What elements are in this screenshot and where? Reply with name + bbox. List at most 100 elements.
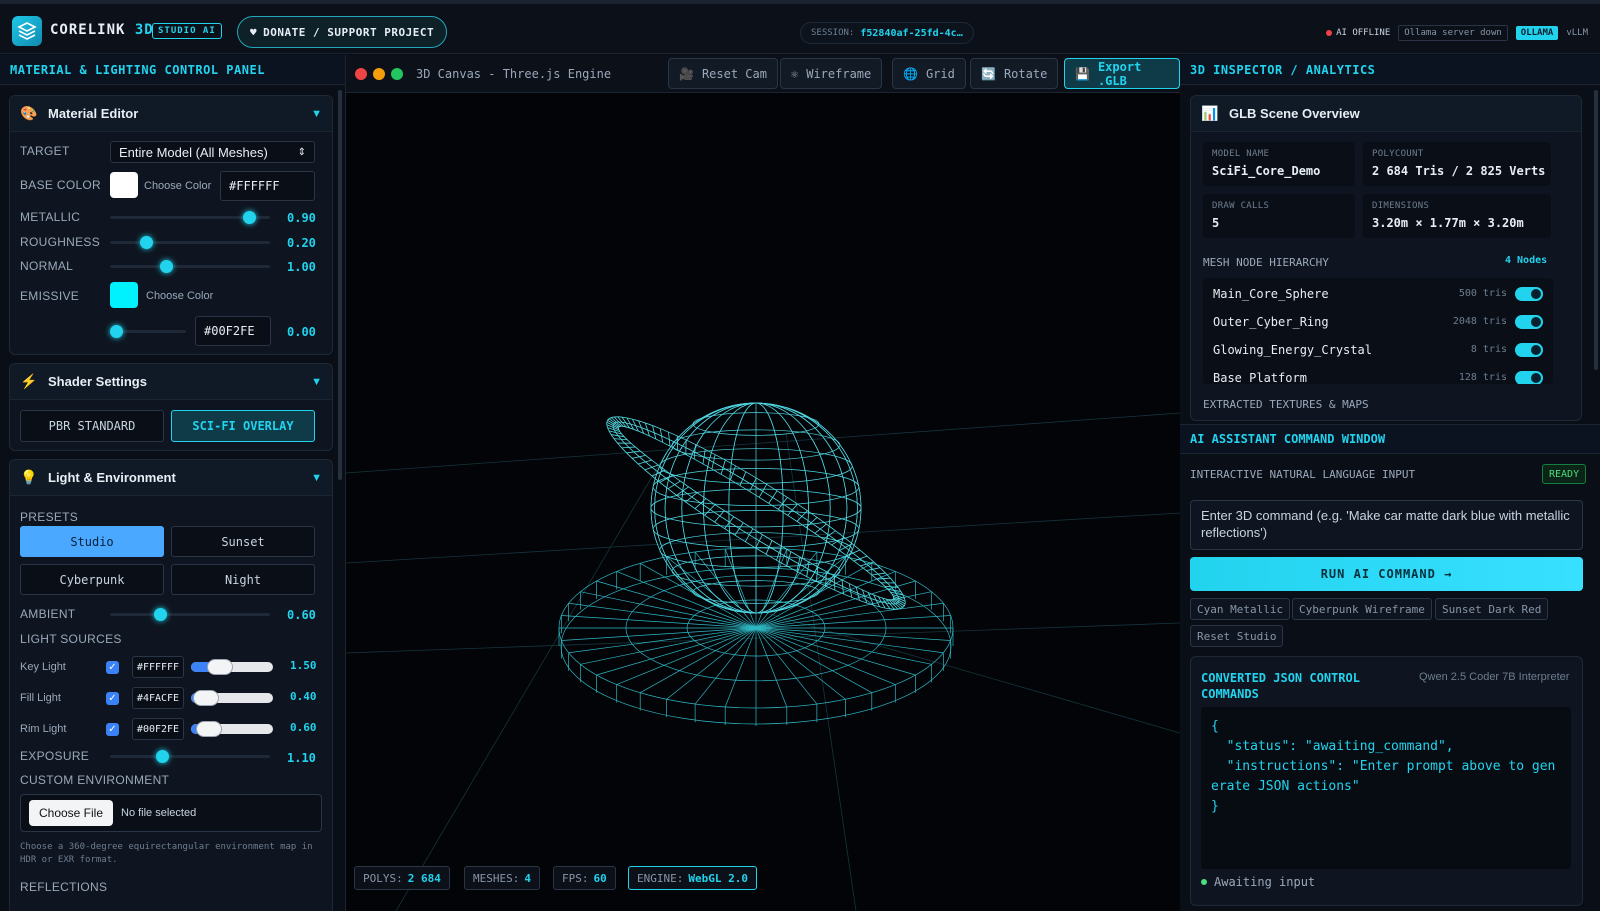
mesh-row[interactable]: Outer_Cyber_Ring 2048 tris: [1203, 308, 1553, 335]
rotate-button[interactable]: 🔄 Rotate: [970, 58, 1059, 89]
mesh-row[interactable]: Glowing_Energy_Crystal 8 tris: [1203, 336, 1553, 363]
engine-ollama-toggle[interactable]: OLLAMA: [1515, 26, 1559, 40]
exposure-slider[interactable]: [110, 755, 270, 758]
grid-button[interactable]: 🌐 Grid: [892, 58, 966, 89]
emissive-label: EMISSIVE: [20, 289, 80, 303]
rim-light-label: Rim Light: [20, 723, 67, 735]
target-select[interactable]: Entire Model (All Meshes) ⇕: [110, 141, 315, 163]
close-dot-icon[interactable]: [355, 68, 367, 80]
pbr-standard-button[interactable]: PBR STANDARD: [20, 410, 164, 442]
key-light-hex[interactable]: #FFFFFF: [132, 656, 184, 678]
draw-calls-cell: DRAW CALLS 5: [1203, 194, 1355, 238]
chip-cyan-metallic[interactable]: Cyan Metallic: [1190, 598, 1291, 620]
mesh-visibility-toggle[interactable]: [1515, 370, 1543, 384]
key-light-slider[interactable]: [191, 659, 273, 675]
lightbulb-icon: 💡: [20, 469, 38, 485]
material-editor-header[interactable]: 🎨 Material Editor ▼: [10, 96, 332, 132]
mesh-visibility-toggle[interactable]: [1515, 286, 1543, 301]
maximize-dot-icon[interactable]: [391, 68, 403, 80]
minimize-dot-icon[interactable]: [373, 68, 385, 80]
material-editor-card: 🎨 Material Editor ▼ TARGET Entire Model (A…: [9, 95, 333, 355]
metallic-label: METALLIC: [20, 210, 81, 224]
preset-studio-button[interactable]: Studio: [20, 526, 164, 557]
globe-icon: 🌐: [903, 66, 918, 81]
preset-cyberpunk-button[interactable]: Cyberpunk: [20, 564, 164, 595]
reset-cam-button[interactable]: 🎥 Reset Cam: [668, 58, 778, 89]
roughness-slider-thumb[interactable]: [140, 236, 153, 249]
emissive-slider-thumb[interactable]: [110, 325, 123, 338]
base-choose-color[interactable]: Choose Color: [144, 180, 211, 192]
wireframe-button[interactable]: ⚛ Wireframe: [780, 58, 883, 89]
nl-input-label: INTERACTIVE NATURAL LANGUAGE INPUT: [1190, 468, 1416, 481]
node-count: 4 Nodes: [1505, 255, 1548, 266]
no-file-text: No file selected: [121, 807, 197, 819]
scene-wireframe-render[interactable]: [346, 93, 1180, 911]
core-sphere-mesh: [650, 402, 862, 614]
inspector-title: 3D INSPECTOR / ANALYTICS: [1180, 55, 1600, 85]
base-color-swatch[interactable]: [110, 172, 138, 198]
chevron-down-icon[interactable]: ▼: [311, 108, 322, 120]
shader-settings-header[interactable]: ⚡ Shader Settings ▼: [10, 364, 332, 400]
rim-light-checkbox[interactable]: ✓: [106, 723, 119, 736]
engine-vllm-toggle[interactable]: vLLM: [1566, 28, 1588, 38]
fill-light-slider[interactable]: [191, 690, 273, 706]
canvas-viewport[interactable]: 3D Canvas - Three.js Engine 🎥 Reset Cam ⚛…: [346, 55, 1180, 911]
choose-file-button[interactable]: Choose File: [29, 800, 113, 826]
offline-dot-icon: [1326, 30, 1333, 36]
rim-light-slider[interactable]: [191, 721, 273, 737]
preset-sunset-button[interactable]: Sunset: [171, 526, 315, 557]
right-scrollbar[interactable]: [1594, 90, 1598, 370]
base-hex-input[interactable]: #FFFFFF: [220, 171, 315, 201]
polycount-cell: POLYCOUNT 2 684 Tris / 2 825 Verts: [1363, 142, 1551, 186]
mesh-row[interactable]: Main_Core_Sphere 500 tris: [1203, 280, 1553, 307]
json-commands-card: CONVERTED JSON CONTROL COMMANDS Qwen 2.5…: [1190, 656, 1583, 906]
light-environment-header[interactable]: 💡 Light & Environment ▼: [10, 460, 332, 496]
mesh-visibility-toggle[interactable]: [1515, 314, 1543, 329]
custom-env-label: CUSTOM ENVIRONMENT: [20, 773, 170, 787]
rim-light-hex[interactable]: #00F2FE: [132, 718, 184, 740]
base-color-label: BASE COLOR: [20, 178, 102, 192]
roughness-slider[interactable]: [110, 241, 270, 244]
fill-light-checkbox[interactable]: ✓: [106, 692, 119, 705]
model-name-value: SciFi_Core_Demo: [1212, 164, 1321, 178]
mesh-hierarchy-label: MESH NODE HIERARCHY: [1203, 256, 1329, 269]
meshes-stat: MESHES: 4: [464, 866, 540, 890]
chip-cyberpunk-wireframe[interactable]: Cyberpunk Wireframe: [1292, 598, 1432, 620]
camera-icon: 🎥: [679, 66, 694, 81]
key-light-checkbox[interactable]: ✓: [106, 661, 119, 674]
left-scrollbar[interactable]: [338, 90, 342, 480]
chevron-down-icon[interactable]: ▼: [311, 472, 322, 484]
reflections-label: REFLECTIONS: [20, 880, 108, 894]
server-status: Ollama server down: [1398, 25, 1508, 41]
metallic-slider-thumb[interactable]: [243, 211, 256, 224]
normal-slider-thumb[interactable]: [160, 260, 173, 273]
exposure-slider-thumb[interactable]: [156, 750, 169, 763]
lightning-icon: ⚡: [20, 373, 38, 389]
light-sources-label: LIGHT SOURCES: [20, 632, 122, 646]
fill-light-hex[interactable]: #4FACFE: [132, 687, 184, 709]
emissive-choose-color[interactable]: Choose Color: [146, 290, 213, 302]
emissive-color-swatch[interactable]: [110, 282, 138, 308]
env-file-input[interactable]: Choose File No file selected: [20, 794, 322, 832]
textures-label: EXTRACTED TEXTURES & MAPS: [1203, 398, 1369, 411]
draw-calls-value: 5: [1212, 216, 1220, 230]
ambient-slider-thumb[interactable]: [154, 608, 167, 621]
preset-night-button[interactable]: Night: [171, 564, 315, 595]
run-ai-command-button[interactable]: RUN AI COMMAND →: [1190, 557, 1583, 591]
export-glb-button[interactable]: 💾 Export .GLB: [1064, 58, 1180, 89]
mesh-visibility-toggle[interactable]: [1515, 342, 1543, 357]
normal-slider[interactable]: [110, 265, 270, 268]
ai-prompt-input[interactable]: Enter 3D command (e.g. 'Make car matte d…: [1190, 500, 1583, 550]
fill-light-label: Fill Light: [20, 692, 61, 704]
ready-badge: READY: [1542, 464, 1587, 484]
scifi-overlay-button[interactable]: SCI-FI OVERLAY: [171, 410, 315, 442]
mesh-row[interactable]: Base_Platform 128 tris: [1203, 364, 1553, 384]
fps-stat: FPS: 60: [553, 866, 616, 890]
donate-button[interactable]: ♥ DONATE / SUPPORT PROJECT: [237, 16, 448, 48]
ambient-slider[interactable]: [110, 613, 270, 616]
polycount-value: 2 684 Tris / 2 825 Verts: [1372, 164, 1546, 178]
emissive-hex-input[interactable]: #00F2FE: [195, 316, 271, 346]
chip-reset-studio[interactable]: Reset Studio: [1190, 625, 1284, 647]
chevron-down-icon[interactable]: ▼: [311, 376, 322, 388]
chip-sunset-dark-red[interactable]: Sunset Dark Red: [1435, 598, 1549, 620]
